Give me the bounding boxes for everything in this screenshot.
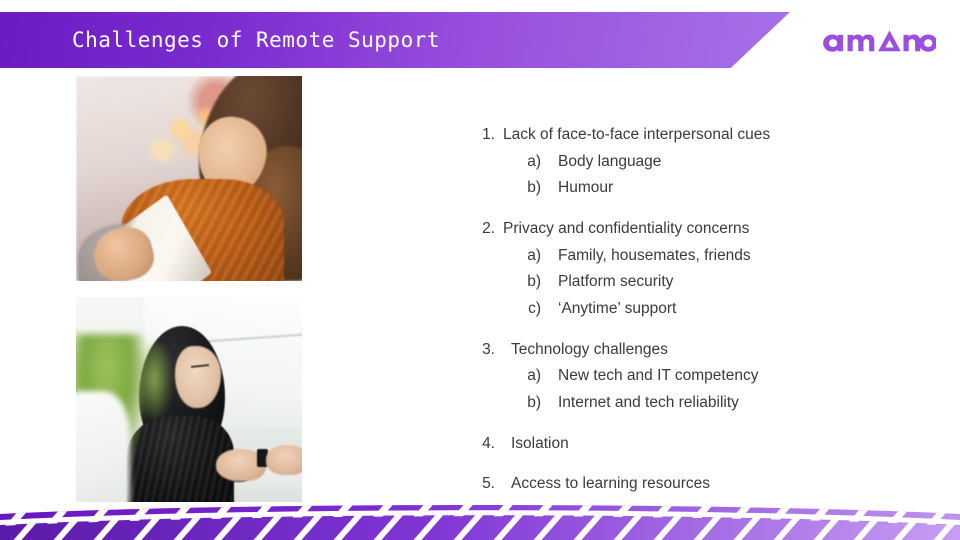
list-item-label: Privacy and confidentiality concerns bbox=[503, 219, 750, 237]
sub-list-item-marker: b) bbox=[527, 393, 541, 411]
sub-list-item-label: New tech and IT competency bbox=[558, 367, 759, 385]
list-item-label: Access to learning resources bbox=[511, 475, 711, 493]
sub-list-item-marker: b) bbox=[527, 179, 541, 197]
list-group: 3. Technology challenges a) New tech and IT… bbox=[478, 337, 898, 417]
sub-list-item: b) Internet and tech reliability bbox=[478, 390, 898, 417]
sub-list-item: b) Platform security bbox=[478, 269, 898, 296]
list-item: 1. Lack of face-to-face interpersonal cue… bbox=[478, 122, 898, 149]
title-banner: Challenges of Remote Support bbox=[0, 12, 790, 68]
sub-list-item: a) New tech and IT competency bbox=[478, 363, 898, 390]
sub-list-item-label: Humour bbox=[558, 179, 614, 197]
list-group: 1. Lack of face-to-face interpersonal cue… bbox=[478, 122, 898, 202]
list-item: 3. Technology challenges bbox=[478, 337, 898, 364]
list-item-label: Isolation bbox=[511, 434, 569, 452]
sub-list-item-marker: a) bbox=[527, 367, 541, 385]
sub-list-item-marker: a) bbox=[527, 246, 541, 264]
list-item-marker: 3. bbox=[482, 340, 495, 358]
list-item-label: Technology challenges bbox=[511, 340, 668, 358]
sub-list-item: b) Humour bbox=[478, 175, 898, 202]
list-item-marker: 2. bbox=[482, 219, 495, 237]
list-item: 4. Isolation bbox=[478, 431, 898, 458]
sub-list-item-label: Internet and tech reliability bbox=[558, 393, 739, 411]
amano-logo-icon bbox=[823, 30, 936, 52]
photo-face bbox=[175, 346, 221, 408]
amano-logo bbox=[818, 24, 936, 58]
sub-list-item-label: Platform security bbox=[558, 273, 674, 291]
list-item-marker: 4. bbox=[482, 434, 495, 452]
challenges-list: 1. Lack of face-to-face interpersonal cue… bbox=[478, 122, 898, 504]
sub-list-item-label: ‘Anytime’ support bbox=[558, 299, 677, 317]
sub-list-item: c) ‘Anytime’ support bbox=[478, 296, 898, 323]
image-woman-at-desk bbox=[76, 297, 302, 502]
sub-list-item-label: Family, housemates, friends bbox=[558, 246, 751, 264]
list-group: 2. Privacy and confidentiality concerns a)… bbox=[478, 216, 898, 323]
list-group: 5. Access to learning resources bbox=[478, 471, 898, 498]
sub-list-item-marker: c) bbox=[528, 299, 541, 317]
list-group: 4. Isolation bbox=[478, 431, 898, 458]
sub-list-item-marker: b) bbox=[527, 273, 541, 291]
sub-list-item: a) Family, housemates, friends bbox=[478, 243, 898, 270]
list-item: 5. Access to learning resources bbox=[478, 471, 898, 498]
sub-list-item: a) Body language bbox=[478, 149, 898, 176]
list-item-marker: 1. bbox=[482, 126, 495, 143]
photo-hand-right bbox=[265, 444, 302, 476]
sub-list-item-marker: a) bbox=[527, 152, 541, 170]
sub-list-item-label: Body language bbox=[558, 152, 662, 170]
page-title: Challenges of Remote Support bbox=[72, 28, 441, 52]
image-woman-with-tablet bbox=[76, 76, 302, 281]
photo-vase bbox=[76, 391, 131, 502]
list-item-label: Lack of face-to-face interpersonal cues bbox=[503, 126, 771, 143]
list-item: 2. Privacy and confidentiality concerns bbox=[478, 216, 898, 243]
list-item-marker: 5. bbox=[482, 475, 495, 493]
footer-wave-decoration bbox=[0, 505, 960, 540]
